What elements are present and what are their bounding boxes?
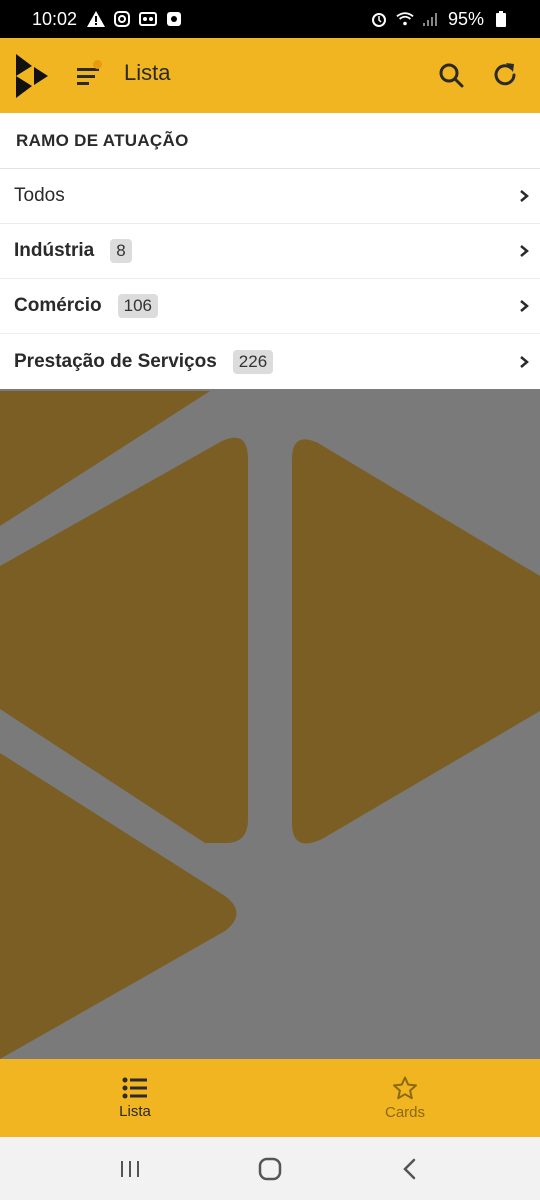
list-item-label: Indústria (14, 240, 95, 261)
tab-cards[interactable]: Cards (270, 1059, 540, 1137)
notification-dot (93, 60, 102, 69)
refresh-button[interactable] (490, 60, 520, 90)
warning-icon (87, 10, 106, 28)
recent-apps-icon (121, 1161, 139, 1177)
back-button[interactable] (396, 1155, 424, 1183)
tab-lista[interactable]: Lista (0, 1059, 270, 1137)
chevron-right-icon (520, 245, 529, 257)
chevron-right-icon (520, 190, 529, 202)
home-icon (258, 1157, 282, 1181)
signal-icon (422, 10, 440, 28)
count-badge: 8 (110, 239, 132, 263)
search-button[interactable] (436, 60, 466, 90)
list-item-comercio[interactable]: Comércio 106 (0, 279, 540, 334)
app-notification-icon (165, 10, 183, 28)
background-overlay[interactable] (0, 391, 540, 1059)
count-badge: 106 (117, 294, 159, 318)
chevron-right-icon (520, 355, 529, 368)
list-item-label: Comércio (14, 295, 102, 316)
battery-level: 95% (447, 8, 484, 29)
tab-label: Lista (119, 1102, 151, 1120)
home-button[interactable] (256, 1155, 284, 1183)
instagram-icon (113, 10, 131, 28)
list-item-industria[interactable]: Indústria 8 (0, 224, 540, 279)
category-panel: RAMO DE ATUAÇÃO Todos Indústria 8 Comérc… (0, 113, 540, 389)
tab-label: Cards (384, 1103, 425, 1121)
list-item-todos[interactable]: Todos (0, 169, 540, 224)
refresh-icon (494, 63, 516, 86)
list-item-label: Todos (14, 185, 65, 206)
status-bar: 10:02 95% (0, 0, 540, 38)
status-time: 10:02 (32, 8, 78, 29)
logo-watermark (0, 391, 540, 1059)
voicemail-icon (139, 10, 158, 28)
wifi-icon (396, 10, 414, 28)
battery-icon (492, 10, 510, 28)
system-navigation-bar (0, 1137, 540, 1200)
page-title: Lista (124, 60, 171, 85)
alarm-icon (370, 10, 388, 28)
bottom-navigation: Lista Cards (0, 1059, 540, 1137)
menu-button[interactable] (74, 60, 106, 90)
back-icon (403, 1158, 416, 1180)
list-item-prestacao-servicos[interactable]: Prestação de Serviços 226 (0, 334, 540, 389)
chevron-right-icon (520, 300, 529, 312)
section-header: RAMO DE ATUAÇÃO (0, 113, 540, 169)
count-badge: 226 (232, 349, 274, 374)
logo-icon (14, 52, 50, 100)
list-icon (122, 1077, 147, 1098)
search-icon (439, 63, 464, 88)
star-icon (393, 1076, 417, 1099)
recent-apps-button[interactable] (116, 1155, 144, 1183)
list-item-label: Prestação de Serviços (14, 350, 217, 372)
app-bar: Lista (0, 38, 540, 113)
